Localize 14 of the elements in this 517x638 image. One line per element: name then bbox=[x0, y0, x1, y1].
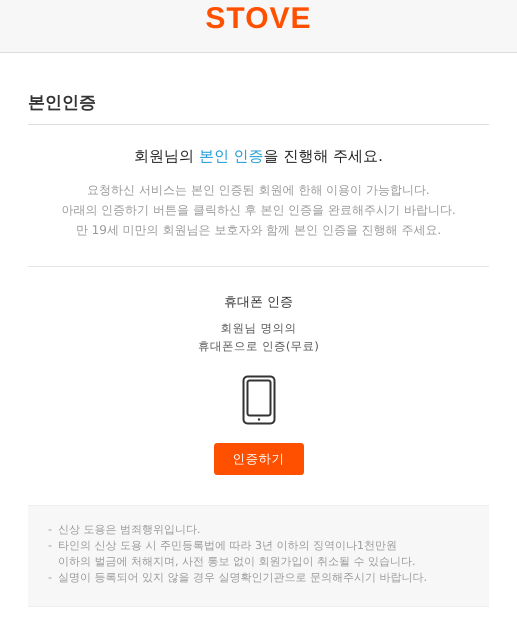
bullet-dash: - bbox=[48, 522, 52, 538]
method-title: 휴대폰 인증 bbox=[224, 294, 294, 311]
description-text: 요청하신 서비스는 본인 인증된 회원에 한해 이용이 가능합니다. 아래의 인증하기 버튼을 클릭하신 후 본인 인증을 완료해주시기 바랍니다. 만 19세 미만의 회원님은 보호자와 함께 본인 인증을 진행해 주세요. bbox=[60, 182, 457, 239]
logo[interactable]: STOVE bbox=[205, 4, 312, 34]
bullet-dash: - bbox=[48, 570, 52, 586]
notice-text: 타인의 신상 도용 시 주민등록법에 따라 3년 이하의 징역이나1천만원 이하의 벌금에 처해지며, 사전 통보 없이 회원가입이 취소될 수 있습니다. bbox=[58, 538, 416, 570]
method-description: 회원님 명의의 휴대폰으로 인증(무료) bbox=[198, 320, 319, 355]
notice-text: 실명이 등록되어 있지 않을 경우 실명확인기관으로 문의해주시기 바랍니다. bbox=[58, 570, 427, 586]
verify-button[interactable]: 인증하기 bbox=[214, 443, 304, 475]
headline: 회원님의 본인 인증을 진행해 주세요. bbox=[133, 147, 384, 166]
notice-text: 신상 도용은 범죄행위입니다. bbox=[58, 522, 200, 538]
page-title: 본인인증 bbox=[28, 91, 489, 125]
bullet-dash: - bbox=[48, 538, 52, 554]
phone-icon bbox=[242, 375, 276, 425]
